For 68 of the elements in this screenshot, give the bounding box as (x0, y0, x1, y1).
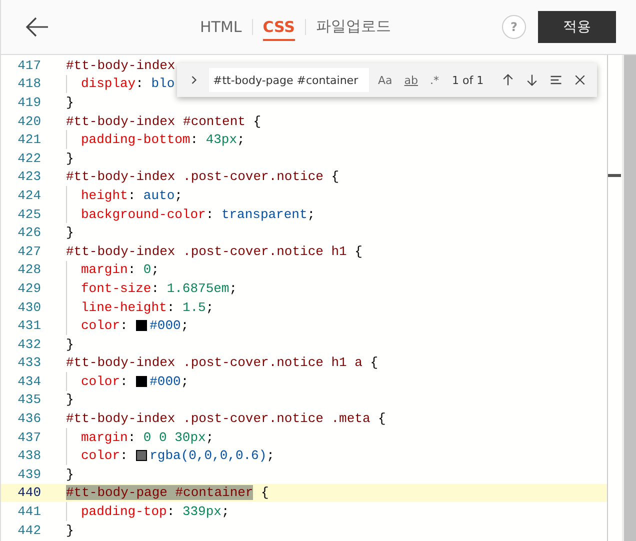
code-line: } (66, 466, 74, 484)
lines-icon[interactable] (549, 73, 563, 87)
code-line: color: rgba(0,0,0,0.6); (66, 446, 274, 466)
code-line: } (66, 150, 74, 168)
code-line: background-color: transparent; (66, 204, 316, 224)
line-number: 437 (16, 430, 41, 445)
code-line: margin: 0; (66, 260, 160, 280)
line-number: 428 (16, 262, 41, 278)
line-number: 429 (16, 280, 41, 296)
line-number: 440 (16, 485, 41, 500)
line-number: 441 (16, 504, 41, 520)
line-number: 432 (16, 336, 41, 352)
line-number: 436 (16, 411, 41, 426)
line-number: 419 (16, 94, 41, 110)
overview-marker (608, 174, 621, 177)
line-number: 430 (16, 300, 41, 315)
code-line: color: #000; (66, 372, 189, 391)
code-line: height: auto; (66, 186, 182, 205)
line-number: 439 (16, 466, 41, 482)
find-option[interactable]: Aa (375, 74, 396, 86)
line-number: 442 (16, 522, 41, 538)
help-button[interactable]: ? (502, 15, 526, 39)
line-number: 423 (16, 169, 41, 184)
line-number: 431 (16, 318, 41, 334)
code-line: #tt-body-index .post-cover.notice .meta { (66, 410, 386, 428)
close-icon[interactable] (573, 73, 587, 87)
up-arrow-icon[interactable] (501, 73, 515, 87)
line-number: 434 (16, 374, 41, 389)
code-line: font-size: 1.6875em; (66, 279, 238, 298)
code-line: #tt-body-index .post-cover.notice h1 { (66, 242, 362, 261)
code-line: } (66, 522, 74, 540)
code-line: #tt-body-index .post-cover.notice { (66, 168, 340, 186)
code-line: #tt-body-page #container { (66, 484, 269, 502)
code-line: padding-top: 339px; (66, 502, 230, 521)
find-option[interactable]: .* (427, 74, 442, 86)
apply-button[interactable]: 적용 (538, 11, 616, 43)
back-arrow-icon[interactable] (25, 17, 49, 37)
line-number: 424 (16, 188, 41, 203)
line-number: 422 (16, 150, 41, 166)
code-line: color: #000; (66, 316, 189, 335)
code-line: } (66, 336, 74, 354)
down-arrow-icon[interactable] (525, 73, 539, 87)
line-number: 418 (16, 76, 41, 92)
line-number: 433 (16, 355, 41, 370)
code-line: } (66, 94, 74, 112)
tab[interactable]: CSS (262, 14, 295, 40)
line-number: 435 (16, 392, 41, 408)
line-number: 427 (16, 244, 41, 259)
line-number: 426 (16, 225, 41, 240)
line-number: 421 (16, 132, 41, 148)
line-number: 438 (16, 448, 41, 464)
line-number: 417 (16, 58, 41, 73)
tab[interactable]: 파일업로드 (316, 13, 391, 41)
code-line: margin: 0 0 30px; (66, 428, 214, 446)
find-input-field[interactable]: #tt-body-page #container (209, 68, 369, 92)
code-line: line-height: 1.5; (66, 298, 214, 316)
code-line: } (66, 224, 74, 242)
find-option[interactable]: ab (401, 74, 421, 86)
code-line: padding-bottom: 43px; (66, 130, 245, 149)
tab[interactable]: HTML (200, 14, 242, 40)
code-line: } (66, 391, 74, 410)
code-line: display: blo (66, 74, 175, 94)
code-line: #tt-body-index #content { (66, 112, 262, 130)
line-number: 420 (16, 114, 41, 129)
code-line: #tt-body-index .post-cover.notice h1 a { (66, 354, 378, 372)
code-line: #tt-body-index (66, 56, 176, 75)
match-count: 1 of 1 (452, 74, 485, 86)
line-number: 425 (16, 206, 41, 222)
